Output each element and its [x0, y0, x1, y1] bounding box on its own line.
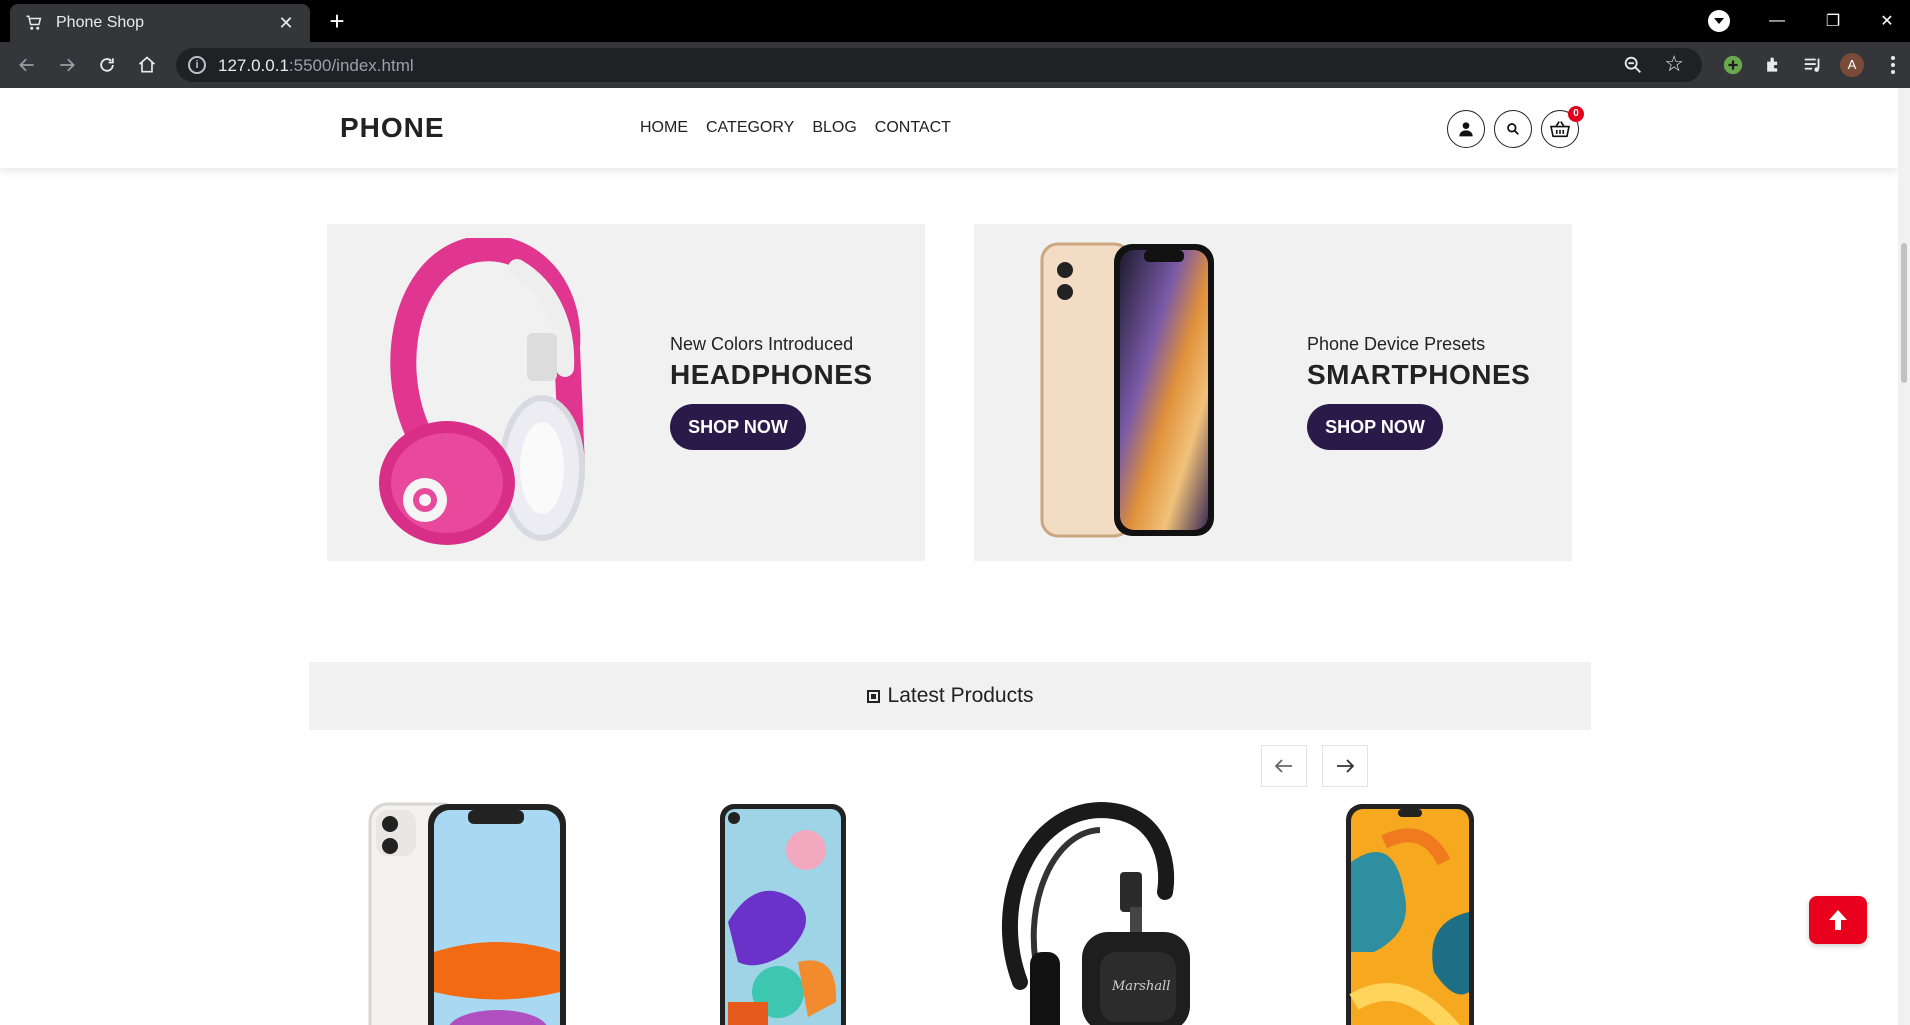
zoom-icon[interactable] — [1622, 54, 1644, 76]
back-to-top-button[interactable] — [1809, 896, 1867, 944]
restore-button[interactable]: ❐ — [1810, 0, 1856, 42]
carousel-next-button[interactable] — [1322, 745, 1368, 787]
browser-tab[interactable]: Phone Shop ✕ — [10, 4, 310, 42]
shop-now-button[interactable]: SHOP NOW — [1307, 404, 1443, 450]
product-image[interactable] — [1344, 802, 1476, 1025]
headphones-banner: New Colors Introduced HEADPHONES SHOP NO… — [327, 224, 925, 561]
arrow-right-icon — [1337, 759, 1354, 773]
reload-icon[interactable] — [92, 50, 122, 80]
tab-search-icon[interactable] — [1708, 10, 1730, 32]
arrow-left-icon — [1275, 759, 1292, 773]
arrow-up-icon — [1829, 910, 1847, 930]
cart-basket-icon — [1550, 121, 1570, 138]
tab-title: Phone Shop — [56, 14, 145, 31]
latest-products-header: Latest Products — [309, 662, 1591, 730]
tab-close-icon[interactable]: ✕ — [276, 13, 296, 34]
site-header: PHONE HOME CATEGORY BLOG CONTACT 0 — [0, 88, 1898, 168]
banner-subtitle: New Colors Introduced — [670, 334, 854, 354]
pink-headphones-image — [379, 238, 585, 545]
site-logo[interactable]: PHONE — [340, 112, 445, 144]
window-close-button[interactable]: ✕ — [1864, 0, 1910, 42]
user-icon — [1459, 122, 1473, 137]
banner-subtitle: Phone Device Presets — [1307, 334, 1486, 354]
product-image[interactable] — [718, 802, 848, 1025]
browser-tab-strip: Phone Shop ✕ + — ❐ ✕ — [0, 0, 1910, 42]
svg-text:Marshall: Marshall — [1111, 979, 1170, 994]
page-scrollbar[interactable] — [1898, 88, 1910, 1025]
nav-category[interactable]: CATEGORY — [706, 119, 794, 137]
nav-blog[interactable]: BLOG — [812, 119, 856, 137]
nav-home[interactable]: HOME — [640, 119, 688, 137]
account-button[interactable] — [1447, 110, 1485, 148]
scrollbar-thumb[interactable] — [1901, 243, 1907, 383]
product-image[interactable] — [368, 802, 568, 1025]
gold-iphone-image — [1040, 242, 1214, 538]
home-icon[interactable] — [132, 50, 162, 80]
site-info-icon[interactable]: i — [188, 56, 206, 74]
extensions-puzzle-icon[interactable] — [1760, 52, 1786, 78]
url-text: 127.0.0.1:5500/index.html — [218, 56, 414, 75]
new-tab-button[interactable]: + — [322, 6, 352, 36]
nav-contact[interactable]: CONTACT — [875, 119, 951, 137]
banner-heading: HEADPHONES — [670, 359, 873, 390]
smartphones-banner: Phone Device Presets SMARTPHONES SHOP NO… — [974, 224, 1572, 561]
browser-menu-icon[interactable] — [1880, 52, 1906, 78]
bookmark-star-icon[interactable]: ☆ — [1664, 51, 1684, 77]
product-image[interactable]: Marshall — [1000, 802, 1200, 1025]
browser-toolbar: i 127.0.0.1:5500/index.html ☆ A — [0, 42, 1910, 88]
forward-icon[interactable] — [52, 50, 82, 80]
carousel-prev-button[interactable] — [1261, 745, 1307, 787]
back-icon[interactable] — [12, 50, 42, 80]
square-bullet-icon — [866, 689, 880, 703]
search-button[interactable] — [1494, 110, 1532, 148]
cart-button[interactable]: 0 — [1541, 106, 1584, 148]
address-bar[interactable]: i 127.0.0.1:5500/index.html ☆ — [176, 48, 1702, 82]
search-icon — [1507, 123, 1519, 135]
media-control-icon[interactable] — [1800, 52, 1826, 78]
main-nav: HOME CATEGORY BLOG CONTACT — [640, 119, 951, 137]
profile-avatar[interactable]: A — [1840, 53, 1864, 77]
banner-heading: SMARTPHONES — [1307, 359, 1531, 390]
page-viewport: PHONE HOME CATEGORY BLOG CONTACT 0 New C… — [0, 88, 1910, 1025]
cart-favicon-icon — [24, 13, 44, 33]
extension-green-icon[interactable] — [1720, 52, 1746, 78]
section-title: Latest Products — [887, 684, 1034, 707]
shop-now-button[interactable]: SHOP NOW — [670, 404, 806, 450]
cart-count-badge: 0 — [1568, 106, 1584, 122]
minimize-button[interactable]: — — [1754, 0, 1800, 42]
